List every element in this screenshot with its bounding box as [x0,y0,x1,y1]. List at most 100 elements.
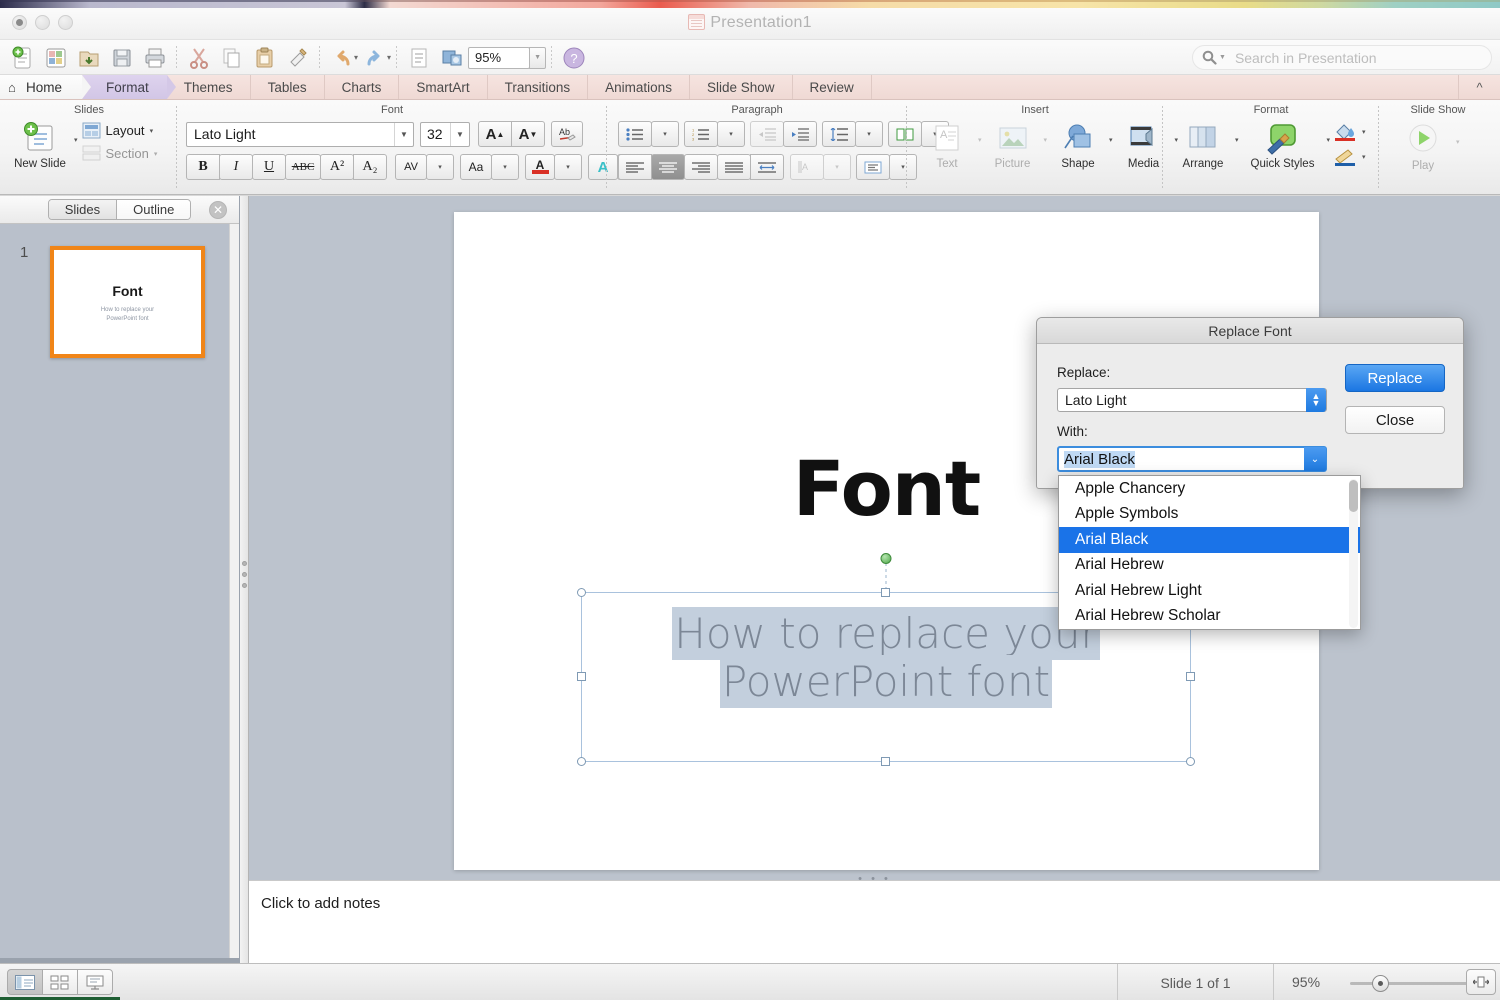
align-text-button[interactable] [856,154,890,180]
fill-color-button[interactable]: ▾ [1333,122,1366,142]
font-color-caret[interactable]: ▾ [554,154,582,180]
slides-panel-scrollbar[interactable] [229,224,239,963]
layout-button[interactable]: Layout ▾ [82,122,158,139]
insert-shape-button[interactable]: Shape [1049,122,1107,170]
collapse-ribbon-button[interactable]: ^ [1458,75,1500,99]
font-dropdown-scrollbar-thumb[interactable] [1349,480,1358,512]
align-right-button[interactable] [684,154,718,180]
zoom-level-input[interactable]: 95% [468,46,531,69]
underline-button[interactable]: U [252,154,286,180]
with-font-combobox[interactable]: Arial Black ⌄ [1057,446,1327,472]
line-color-button[interactable]: ▾ [1333,147,1366,167]
insert-text-button[interactable]: A Text [918,122,976,170]
tab-themes[interactable]: Themes [167,75,251,99]
tab-animations[interactable]: Animations [588,75,690,99]
notes-pane[interactable]: Click to add notes [249,880,1500,963]
text-direction-button[interactable]: A [790,154,824,180]
search-input[interactable] [1234,49,1491,66]
open-icon[interactable] [72,42,105,73]
resize-handle-top-left[interactable] [577,588,586,597]
strikethrough-button[interactable]: ABC [285,154,321,180]
paste-icon[interactable] [248,42,281,73]
resize-handle-bottom-right[interactable] [1186,757,1195,766]
insert-shape-caret[interactable]: ▾ [1109,136,1113,144]
section-dropdown-caret[interactable]: ▾ [154,150,158,158]
font-name-input[interactable]: Lato Light ▼ [186,121,414,147]
new-slide-icon[interactable] [6,42,39,73]
line-color-caret[interactable]: ▾ [1362,153,1366,161]
search-scope-caret[interactable]: ▼ [1219,54,1226,61]
insert-media-button[interactable]: Media [1115,122,1173,170]
superscript-button[interactable]: A² [320,154,354,180]
decrease-indent-button[interactable] [750,121,784,147]
cut-icon[interactable] [182,42,215,73]
italic-button[interactable]: I [219,154,253,180]
font-option-arial-hebrew-scholar[interactable]: Arial Hebrew Scholar [1059,604,1360,630]
quick-styles-button[interactable]: Quick Styles [1242,122,1324,170]
font-color-button[interactable]: A [525,154,555,180]
new-slide-dropdown-caret[interactable]: ▾ [74,136,78,144]
align-left-button[interactable] [618,154,652,180]
media-browser-icon[interactable] [435,42,468,73]
font-option-apple-symbols[interactable]: Apple Symbols [1059,502,1360,528]
font-option-arial-hebrew[interactable]: Arial Hebrew [1059,553,1360,579]
line-spacing-button[interactable] [822,121,856,147]
panel-splitter[interactable] [240,196,249,963]
change-case-caret[interactable]: ▾ [491,154,519,180]
redo-icon[interactable] [358,42,391,73]
font-option-arial-hebrew-light[interactable]: Arial Hebrew Light [1059,578,1360,604]
font-size-dropdown-caret[interactable]: ▼ [450,122,469,146]
tab-charts[interactable]: Charts [325,75,400,99]
zoom-slider-knob[interactable] [1372,975,1389,992]
tab-review[interactable]: Review [793,75,872,99]
undo-icon[interactable] [325,42,358,73]
bold-button[interactable]: B [186,154,220,180]
zoom-slider[interactable] [1350,975,1470,992]
bulleted-list-button[interactable] [618,121,652,147]
text-box-icon[interactable] [402,42,435,73]
help-icon[interactable]: ? [557,42,590,73]
tab-tables[interactable]: Tables [251,75,325,99]
zoom-level-dropdown[interactable]: ▼ [529,46,547,69]
character-spacing-caret[interactable]: ▾ [426,154,454,180]
rotate-handle[interactable] [880,553,892,564]
copy-icon[interactable] [215,42,248,73]
play-caret[interactable]: ▾ [1456,138,1460,146]
bulleted-list-caret[interactable]: ▾ [651,121,679,147]
chevron-down-icon[interactable]: ⌄ [1304,447,1326,471]
presenter-view-icon[interactable] [77,969,113,995]
resize-handle-bottom-center[interactable] [881,757,890,766]
resize-handle-bottom-left[interactable] [577,757,586,766]
align-center-button[interactable] [651,154,685,180]
normal-view-icon[interactable] [7,969,43,995]
search-box[interactable]: ▼ [1192,45,1492,70]
arrange-caret[interactable]: ▾ [1235,136,1239,144]
insert-picture-caret[interactable]: ▾ [1044,136,1048,144]
numbered-list-caret[interactable]: ▾ [717,121,745,147]
save-icon[interactable] [105,42,138,73]
increase-indent-button[interactable] [783,121,817,147]
text-direction-caret[interactable]: ▾ [823,154,851,180]
play-button[interactable]: Play [1394,124,1452,172]
print-icon[interactable] [138,42,171,73]
close-button[interactable]: Close [1345,406,1445,434]
tab-smartart[interactable]: SmartArt [399,75,488,99]
font-name-dropdown-caret[interactable]: ▼ [394,122,413,146]
insert-picture-button[interactable]: Picture [984,122,1042,170]
replace-button[interactable]: Replace [1345,364,1445,392]
justify-button[interactable] [717,154,751,180]
font-option-apple-chancery[interactable]: Apple Chancery [1059,476,1360,502]
new-slide-button[interactable]: New Slide [10,120,70,170]
distribute-button[interactable] [750,154,784,180]
change-case-button[interactable]: Aa [460,154,492,180]
section-button[interactable]: Section ▾ [82,145,158,162]
line-spacing-caret[interactable]: ▾ [855,121,883,147]
tab-format[interactable]: Format [82,75,176,99]
format-painter-icon[interactable] [281,42,314,73]
new-from-template-icon[interactable] [39,42,72,73]
resize-handle-top-center[interactable] [881,588,890,597]
tab-slides[interactable]: Slides [48,200,117,219]
tab-slide-show[interactable]: Slide Show [690,75,793,99]
font-size-input[interactable]: 32 ▼ [420,121,470,147]
tab-home[interactable]: ⌂ Home [0,75,92,99]
